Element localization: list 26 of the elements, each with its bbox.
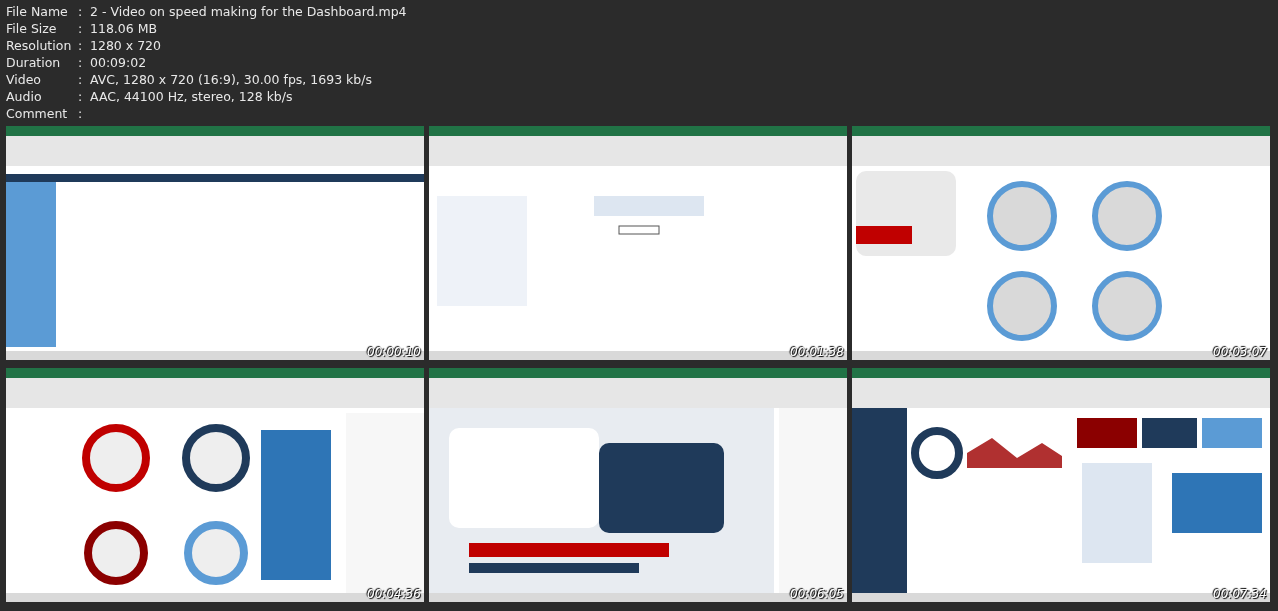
separator: : (78, 88, 84, 105)
info-label: File Size (6, 20, 58, 37)
info-label: Duration (6, 54, 62, 71)
timestamp: 00:00:10 (367, 345, 421, 359)
info-value: AAC, 44100 Hz, stereo, 128 kb/s (90, 88, 293, 105)
info-value: 1280 x 720 (90, 37, 161, 54)
info-value: 118.06 MB (90, 20, 158, 37)
separator: : (78, 71, 84, 88)
timestamp: 00:04:36 (367, 587, 421, 601)
timestamp: 00:01:38 (790, 345, 844, 359)
info-value: 2 - Video on speed making for the Dashboard.mp4 (90, 3, 407, 20)
timestamp: 00:03:07 (1213, 345, 1267, 359)
info-label: Comment (6, 105, 69, 122)
info-value: 00:09:02 (90, 54, 147, 71)
separator: : (78, 105, 84, 122)
info-value: AVC, 1280 x 720 (16:9), 30.00 fps, 1693 kb/s (90, 71, 372, 88)
info-label: File Name (6, 3, 69, 20)
timestamp: 00:07:34 (1213, 587, 1267, 601)
info-label: Video (6, 71, 43, 88)
separator: : (78, 37, 84, 54)
info-label: Audio (6, 88, 43, 105)
timestamp: 00:06:05 (790, 587, 844, 601)
info-label: Resolution (6, 37, 73, 54)
separator: : (78, 54, 84, 71)
separator: : (78, 20, 84, 37)
separator: : (78, 3, 84, 20)
